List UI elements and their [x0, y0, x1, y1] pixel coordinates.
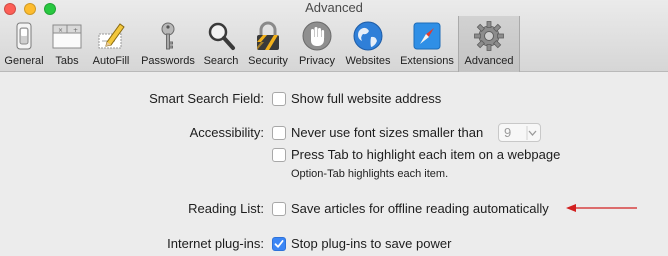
show-full-address-text: Show full website address — [291, 91, 442, 106]
min-font-size-select[interactable]: 9 — [498, 123, 541, 142]
tab-passwords[interactable]: Passwords — [136, 16, 200, 72]
key-icon — [161, 22, 175, 50]
tab-tabs[interactable]: × + Tabs — [48, 16, 86, 72]
tab-label-websites: Websites — [345, 55, 391, 67]
gear-icon — [474, 21, 504, 51]
window-title: Advanced — [305, 0, 363, 15]
tab-search[interactable]: Search — [200, 16, 242, 72]
min-font-size-option[interactable]: Never use font sizes smaller than — [272, 125, 483, 141]
tab-highlight-text: Press Tab to highlight each item on a we… — [291, 147, 561, 162]
svg-text:×: × — [58, 27, 63, 34]
chevron-down-icon — [526, 126, 537, 140]
tab-privacy[interactable]: Privacy — [294, 16, 340, 72]
tab-highlight-checkbox[interactable] — [272, 148, 286, 162]
tab-general[interactable]: General — [0, 16, 48, 72]
tabs-window-icon: × + — [52, 24, 82, 49]
tab-advanced[interactable]: Advanced — [458, 16, 520, 72]
globe-icon — [353, 21, 383, 51]
tab-websites[interactable]: Websites — [340, 16, 396, 72]
tab-security[interactable]: Security — [242, 16, 294, 72]
stop-plugins-text: Stop plug-ins to save power — [291, 236, 452, 251]
tab-label-search: Search — [203, 55, 239, 67]
option-tab-note: Option-Tab highlights each item. — [291, 168, 449, 180]
preferences-toolbar: Advanced General × + Tabs AutoFill Passw… — [0, 0, 668, 72]
reading-list-label: Reading List: — [188, 201, 264, 216]
save-offline-option[interactable]: Save articles for offline reading automa… — [272, 201, 549, 217]
smart-search-field-label: Smart Search Field: — [149, 91, 264, 106]
min-font-size-checkbox[interactable] — [272, 126, 286, 140]
tab-label-advanced: Advanced — [464, 55, 514, 67]
stop-plugins-option[interactable]: Stop plug-ins to save power — [272, 236, 451, 252]
tab-label-extensions: Extensions — [400, 55, 454, 67]
pencil-form-icon — [98, 23, 125, 49]
hand-icon — [302, 21, 332, 51]
tab-highlight-option[interactable]: Press Tab to highlight each item on a we… — [272, 147, 560, 163]
save-offline-text: Save articles for offline reading automa… — [291, 201, 549, 216]
tab-label-passwords: Passwords — [141, 55, 195, 67]
tab-extensions[interactable]: Extensions — [396, 16, 458, 72]
padlock-icon — [257, 21, 279, 50]
checkmark-icon — [274, 240, 284, 248]
tab-label-autofill: AutoFill — [92, 55, 130, 67]
internet-plugins-label: Internet plug-ins: — [167, 236, 264, 251]
show-full-address-checkbox[interactable] — [272, 92, 286, 106]
min-font-size-text: Never use font sizes smaller than — [291, 125, 484, 140]
save-offline-checkbox[interactable] — [272, 202, 286, 216]
svg-text:+: + — [73, 27, 78, 34]
compass-icon — [413, 22, 441, 50]
tab-label-privacy: Privacy — [298, 55, 336, 67]
stop-plugins-checkbox[interactable] — [272, 237, 286, 251]
preference-tabs: General × + Tabs AutoFill Passwords Sear… — [0, 16, 520, 72]
tab-autofill[interactable]: AutoFill — [86, 16, 136, 72]
tab-label-security: Security — [248, 55, 288, 67]
show-full-address-option[interactable]: Show full website address — [272, 91, 441, 107]
red-arrow-annotation-icon — [566, 204, 637, 212]
min-font-size-value: 9 — [504, 125, 512, 140]
tab-label-general: General — [4, 55, 44, 67]
accessibility-label: Accessibility: — [189, 125, 264, 140]
magnifier-icon — [208, 22, 235, 50]
general-switch-icon — [16, 22, 32, 50]
tab-label-tabs: Tabs — [55, 55, 79, 67]
